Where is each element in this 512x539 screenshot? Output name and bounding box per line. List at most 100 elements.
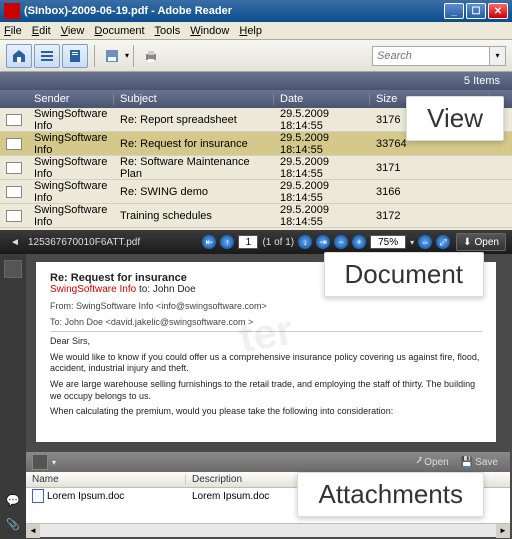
scroll-right-icon[interactable]: ► <box>496 524 510 538</box>
att-cell-name: Lorem Ipsum.doc <box>26 489 186 503</box>
nav-prev-icon[interactable]: ◄ <box>6 233 24 251</box>
folder-open-icon: ⭷ <box>416 454 422 471</box>
pdf-side-panel <box>0 254 26 450</box>
attachments-scrollbar[interactable]: ◄ ► <box>26 523 510 537</box>
cell-size: 3172 <box>370 210 490 222</box>
minimize-button[interactable]: _ <box>444 3 464 19</box>
attachment-clip-icon[interactable]: 📎 <box>4 515 22 533</box>
cell-date: 29.5.2009 18:14:55 <box>274 156 370 180</box>
attachment-open-button[interactable]: ⭷ Open <box>410 454 455 470</box>
callout-attachments: Attachments <box>297 472 484 517</box>
menu-document[interactable]: Document <box>94 25 144 37</box>
menu-edit[interactable]: Edit <box>32 25 51 37</box>
open-pdf-label: Open <box>475 237 499 248</box>
search-input[interactable] <box>372 46 490 66</box>
zoom-in-button[interactable]: + <box>352 235 366 249</box>
attachments-side: 💬 📎 <box>0 450 26 539</box>
menu-file[interactable]: File <box>4 25 22 37</box>
print-button[interactable] <box>138 44 164 68</box>
mail-icon <box>6 210 22 222</box>
zoom-dropdown-icon[interactable]: ▾ <box>410 238 414 247</box>
att-col-name[interactable]: Name <box>26 474 186 485</box>
save-button[interactable] <box>99 44 125 68</box>
cell-subject: Re: Request for insurance <box>114 138 274 150</box>
cell-sender: SwingSoftware Info <box>28 156 114 180</box>
cell-date: 29.5.2009 18:14:55 <box>274 132 370 156</box>
scroll-left-icon[interactable]: ◄ <box>26 524 40 538</box>
menu-window[interactable]: Window <box>190 25 229 37</box>
attachments-toolbar: ▾ ⭷ Open 💾 Save <box>26 452 510 472</box>
page-view-button[interactable] <box>62 44 88 68</box>
attachment-save-button[interactable]: 💾 Save <box>455 454 504 470</box>
attachments-glyph-icon <box>32 454 48 470</box>
doc-para3: When calculating the premium, would you … <box>50 406 482 418</box>
col-sender[interactable]: Sender <box>28 93 114 105</box>
cell-subject: Re: Report spreadsheet <box>114 114 274 126</box>
list-view-button[interactable] <box>34 44 60 68</box>
cell-sender: SwingSoftware Info <box>28 132 114 156</box>
title-bar: (SInbox)-2009-06-19.pdf - Adobe Reader _… <box>0 0 512 22</box>
cell-sender: SwingSoftware Info <box>28 204 114 228</box>
page-total: (1 of 1) <box>262 237 294 248</box>
cell-date: 29.5.2009 18:14:55 <box>274 204 370 228</box>
doc-para1: We would like to know if you could offer… <box>50 352 482 375</box>
last-page-button[interactable]: ⇥ <box>316 235 330 249</box>
menu-bar: File Edit View Document Tools Window Hel… <box>0 22 512 40</box>
cell-subject: Re: Software Maintenance Plan <box>114 156 274 180</box>
comments-icon[interactable]: 💬 <box>4 491 22 509</box>
doc-divider <box>50 331 482 332</box>
cell-subject: Training schedules <box>114 210 274 222</box>
page-number-input[interactable] <box>238 235 258 249</box>
menu-view[interactable]: View <box>61 25 85 37</box>
doc-salutation: Dear Sirs, <box>50 336 482 348</box>
pdf-filename: 125367670010F6ATT.pdf <box>28 237 140 248</box>
thumbnails-icon[interactable] <box>4 260 22 278</box>
home-button[interactable] <box>6 44 32 68</box>
app-icon <box>4 3 20 19</box>
save-small-icon: 💾 <box>461 457 473 468</box>
zoom-out-button[interactable]: − <box>334 235 348 249</box>
callout-document: Document <box>324 252 485 297</box>
col-date[interactable]: Date <box>274 93 370 105</box>
zoom-value[interactable]: 75% <box>370 235 406 249</box>
table-row[interactable]: SwingSoftware InfoRe: SWING demo29.5.200… <box>0 180 512 204</box>
col-subject[interactable]: Subject <box>114 93 274 105</box>
next-page-button[interactable]: ↓ <box>298 235 312 249</box>
cell-sender: SwingSoftware Info <box>28 108 114 132</box>
download-icon: ⬇ <box>463 237 471 248</box>
open-pdf-button[interactable]: ⬇ Open <box>456 233 506 251</box>
doc-icon <box>32 489 44 503</box>
mail-icon <box>6 138 22 150</box>
cell-date: 29.5.2009 18:14:55 <box>274 180 370 204</box>
doc-para2: We are large warehouse selling furnishin… <box>50 379 482 402</box>
close-button[interactable]: ✕ <box>488 3 508 19</box>
doc-header-to: To: John Doe <david.jakelic@swingsoftwar… <box>50 317 482 327</box>
search-dropdown[interactable]: ▾ <box>490 46 506 66</box>
menu-tools[interactable]: Tools <box>155 25 181 37</box>
table-row[interactable]: SwingSoftware InfoRe: Software Maintenan… <box>0 156 512 180</box>
toolbar-separator <box>94 45 95 67</box>
mail-icon <box>6 162 22 174</box>
callout-view: View <box>406 96 504 141</box>
pdf-nav-bar: ◄ 125367670010F6ATT.pdf ⇤ ↑ (1 of 1) ↓ ⇥… <box>0 230 512 254</box>
cell-subject: Re: SWING demo <box>114 186 274 198</box>
att-col-description[interactable]: Description <box>186 474 306 485</box>
menu-help[interactable]: Help <box>239 25 262 37</box>
fit-width-button[interactable]: ⇔ <box>418 235 432 249</box>
attachments-toolbar-drop-icon[interactable]: ▾ <box>52 458 56 467</box>
doc-header-from: From: SwingSoftware Info <info@swingsoft… <box>50 301 482 311</box>
cell-sender: SwingSoftware Info <box>28 180 114 204</box>
first-page-button[interactable]: ⇤ <box>202 235 216 249</box>
toolbar-separator-2 <box>133 45 134 67</box>
maximize-button[interactable]: ☐ <box>466 3 486 19</box>
cell-size: 3166 <box>370 186 490 198</box>
cell-date: 29.5.2009 18:14:55 <box>274 108 370 132</box>
item-count: 5 Items <box>0 72 512 90</box>
table-row[interactable]: SwingSoftware InfoTraining schedules29.5… <box>0 204 512 228</box>
mail-icon <box>6 114 22 126</box>
fit-page-button[interactable]: ⤢ <box>436 235 450 249</box>
prev-page-button[interactable]: ↑ <box>220 235 234 249</box>
cell-size: 3171 <box>370 162 490 174</box>
save-dropdown-arrow-icon[interactable]: ▾ <box>125 51 129 60</box>
att-cell-description: Lorem Ipsum.doc <box>186 491 306 502</box>
